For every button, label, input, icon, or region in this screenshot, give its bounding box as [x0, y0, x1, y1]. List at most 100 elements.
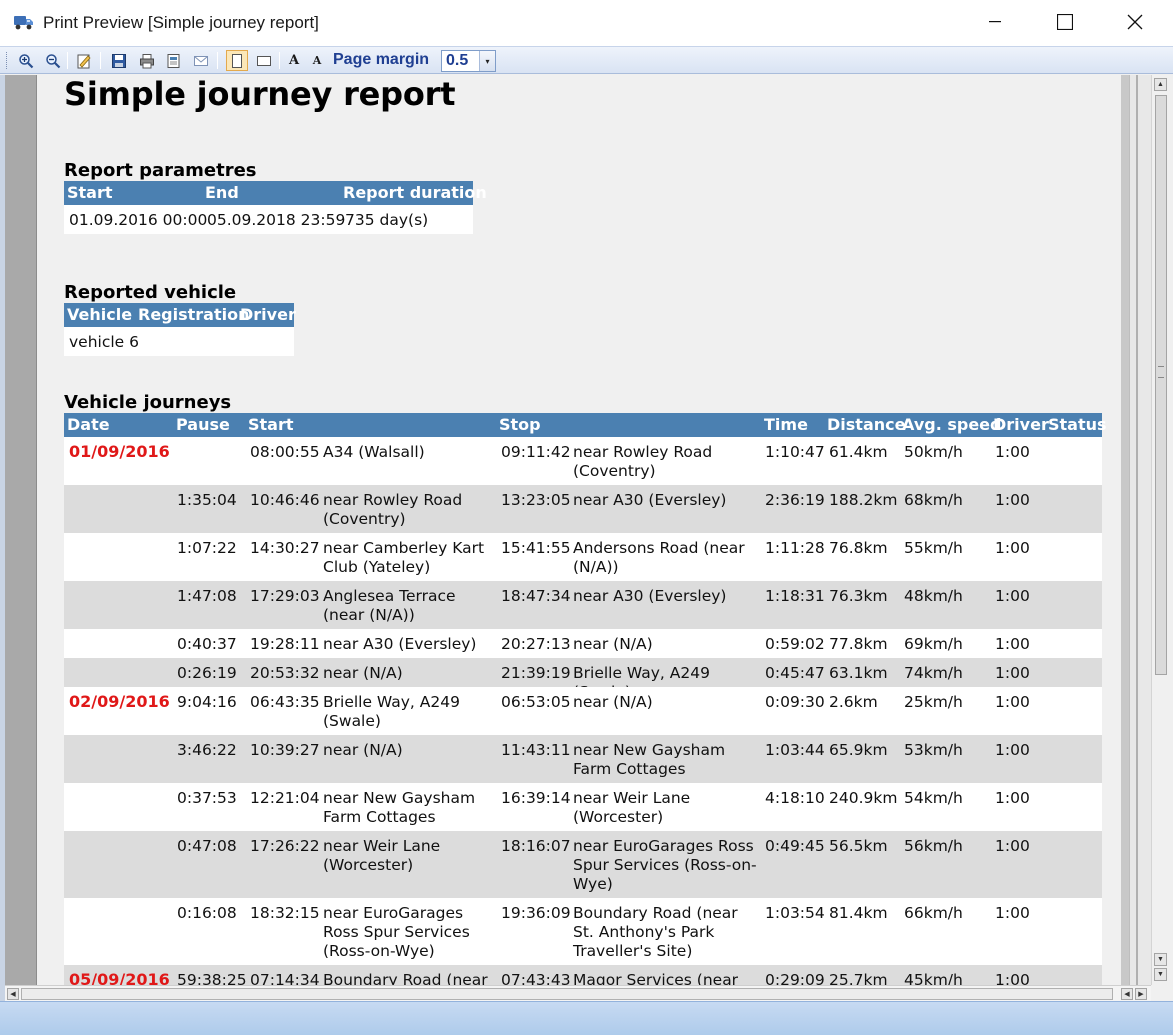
cell-pause: 1:47:08	[177, 587, 237, 605]
toolbar: A A Page margin 0.5 ▾	[0, 46, 1173, 74]
cell-distance: 63.1km	[829, 664, 888, 682]
horizontal-scrollbar[interactable]: ◀ ◀ ▶	[5, 985, 1151, 1001]
cell-start-time: 14:30:27	[250, 539, 320, 557]
report-title: Simple journey report	[64, 75, 456, 113]
cell-stop-loc: Magor Services (near	[573, 971, 739, 985]
horizontal-scroll-thumb[interactable]	[21, 988, 1113, 1000]
landscape-button[interactable]	[253, 50, 275, 71]
cell-stop-loc: near A30 (Eversley)	[573, 491, 727, 509]
params-header-end: End	[205, 183, 239, 202]
portrait-button[interactable]	[226, 50, 248, 71]
cell-time: 0:29:09	[765, 971, 825, 985]
journeys-header-row: Date Pause Start Stop Time Distance Avg.…	[64, 413, 1107, 437]
cell-stop-time: 21:39:19	[501, 664, 571, 682]
maximize-button[interactable]	[1042, 0, 1088, 44]
cell-stop-loc: near (N/A)	[573, 635, 653, 653]
toolbar-separator	[279, 52, 280, 69]
table-row: 02/09/2016 9:04:16 06:43:35 Brielle Way, A2…	[64, 687, 1102, 735]
cell-driver: 1:00	[995, 443, 1030, 461]
toolbar-grip[interactable]	[6, 52, 9, 69]
font-larger-button[interactable]: A	[283, 50, 305, 71]
preview-area[interactable]: Simple journey report Report parametres …	[5, 75, 1129, 985]
vehicle-name-value: vehicle 6	[69, 333, 139, 351]
cell-stop-time: 13:23:05	[501, 491, 571, 509]
cell-distance: 81.4km	[829, 904, 888, 922]
zoom-out-button[interactable]	[42, 50, 64, 71]
cell-start-loc: near A30 (Eversley)	[323, 635, 477, 653]
cell-stop-time: 19:36:09	[501, 904, 571, 922]
font-smaller-icon: A	[312, 54, 322, 67]
email-icon	[194, 55, 208, 66]
vertical-scrollbar[interactable]: ▲ ▼ ▼	[1151, 75, 1169, 985]
scroll-page-down-icon[interactable]: ▼	[1154, 968, 1167, 981]
journeys-header-start: Start	[248, 415, 294, 434]
cell-driver: 1:00	[995, 971, 1030, 985]
portrait-icon	[232, 53, 242, 68]
page-scroll-gutter	[1129, 75, 1151, 985]
print-button[interactable]	[136, 50, 158, 71]
cell-speed: 55km/h	[904, 539, 963, 557]
edit-button[interactable]	[73, 50, 95, 71]
cell-time: 0:49:45	[765, 837, 825, 855]
cell-driver: 1:00	[995, 837, 1030, 855]
cell-stop-loc: near Weir Lane (Worcester)	[573, 789, 691, 826]
cell-pause: 1:07:22	[177, 539, 237, 557]
cell-start-time: 18:32:15	[250, 904, 320, 922]
save-button[interactable]	[108, 50, 130, 71]
zoom-in-icon	[19, 53, 34, 68]
minimize-icon	[989, 21, 1001, 23]
scroll-left-icon[interactable]: ◀	[7, 988, 19, 1000]
cell-driver: 1:00	[995, 789, 1030, 807]
cell-start-time: 17:29:03	[250, 587, 320, 605]
cell-driver: 1:00	[995, 664, 1030, 682]
scroll-up-icon[interactable]: ▲	[1154, 78, 1167, 91]
title-bar: Print Preview [Simple journey report]	[0, 0, 1173, 46]
vehicle-header-vehicle: Vehicle	[67, 305, 133, 324]
scroll-right-icon[interactable]: ▶	[1135, 988, 1147, 1000]
cell-speed: 25km/h	[904, 693, 963, 711]
email-button[interactable]	[190, 50, 212, 71]
cell-start-loc: Anglesea Terrace (near (N/A))	[323, 587, 456, 624]
cell-driver: 1:00	[995, 539, 1030, 557]
minimize-button[interactable]	[972, 0, 1018, 44]
zoom-in-button[interactable]	[15, 50, 37, 71]
font-smaller-button[interactable]: A	[306, 50, 328, 71]
cell-stop-time: 16:39:14	[501, 789, 571, 807]
cell-start-time: 10:46:46	[250, 491, 320, 509]
chevron-down-icon[interactable]: ▾	[479, 51, 495, 71]
cell-pause: 59:38:25	[177, 971, 247, 985]
page-setup-button[interactable]	[163, 50, 185, 71]
cell-start-loc: near (N/A)	[323, 664, 403, 682]
close-button[interactable]	[1112, 0, 1158, 44]
cell-speed: 66km/h	[904, 904, 963, 922]
cell-stop-loc: near A30 (Eversley)	[573, 587, 727, 605]
cell-start-loc: near Weir Lane (Worcester)	[323, 837, 441, 874]
cell-start-loc: A34 (Walsall)	[323, 443, 425, 461]
cell-speed: 53km/h	[904, 741, 963, 759]
journeys-header-distance: Distance	[827, 415, 906, 434]
print-icon	[140, 53, 154, 68]
cell-distance: 2.6km	[829, 693, 878, 711]
page-margin-select[interactable]: 0.5 ▾	[441, 50, 496, 72]
scroll-down-icon[interactable]: ▼	[1154, 953, 1167, 966]
vehicle-header-driver: Driver	[240, 305, 296, 324]
cell-distance: 61.4km	[829, 443, 888, 461]
cell-stop-loc: near New Gaysham Farm Cottages	[573, 741, 726, 778]
cell-start-time: 19:28:11	[250, 635, 320, 653]
cell-time: 4:18:10	[765, 789, 825, 807]
vertical-scroll-thumb[interactable]	[1155, 95, 1167, 675]
cell-stop-time: 07:43:43	[501, 971, 571, 985]
vehicle-header-registration: Registration	[138, 305, 250, 324]
cell-distance: 76.3km	[829, 587, 888, 605]
cell-speed: 68km/h	[904, 491, 963, 509]
table-row: 0:16:08 18:32:15 near EuroGarages Ross Spu…	[64, 898, 1102, 965]
cell-speed: 69km/h	[904, 635, 963, 653]
cell-pause: 0:37:53	[177, 789, 237, 807]
page-margin-label: Page margin	[333, 51, 430, 68]
cell-driver: 1:00	[995, 741, 1030, 759]
cell-driver: 1:00	[995, 904, 1030, 922]
report-page: Simple journey report Report parametres …	[36, 75, 1129, 985]
params-end-value: 05.09.2018 23:59	[207, 211, 346, 229]
scroll-right-end-icon[interactable]: ◀	[1121, 988, 1133, 1000]
journeys-header-time: Time	[764, 415, 808, 434]
